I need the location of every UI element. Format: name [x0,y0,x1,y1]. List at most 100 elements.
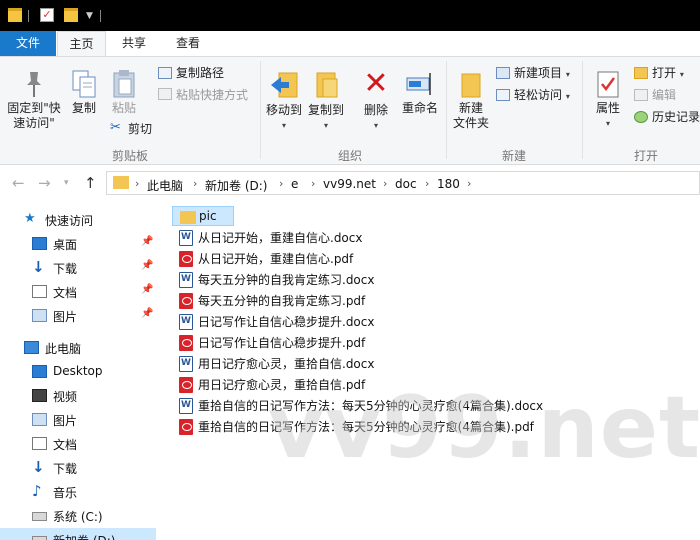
sidebar-item-label: Desktop [53,364,103,378]
documents-icon [32,437,47,450]
breadcrumb-doc[interactable]: doc [395,177,417,191]
chevron-right-icon[interactable]: › [383,177,387,190]
paste-button[interactable]: 粘贴 [106,69,142,119]
new-folder-quick-icon[interactable] [64,8,78,22]
tab-file[interactable]: 文件 [0,31,56,56]
new-item-button[interactable]: 新建项目 ▾ [514,66,570,82]
cut-button[interactable]: 剪切 [128,122,152,136]
pdf-icon [179,419,193,435]
sidebar-item-this-pc[interactable]: 此电脑 [0,336,157,360]
file-name: 每天五分钟的自我肯定练习.docx [198,273,375,287]
chevron-right-icon[interactable]: › [135,177,139,190]
up-icon[interactable]: ↑ [84,174,97,192]
easy-access-button[interactable]: 轻松访问 ▾ [514,88,570,104]
list-item[interactable]: pic [172,206,234,226]
separator [582,61,583,159]
word-document-icon [179,272,193,288]
tab-share[interactable]: 共享 [108,31,160,56]
copy-to-icon [316,72,338,98]
back-icon[interactable]: ← [12,174,25,192]
separator [100,10,101,22]
recent-locations-icon[interactable]: ▾ [64,178,69,188]
sidebar-scrollbar[interactable] [156,200,160,540]
list-item[interactable]: 每天五分钟的自我肯定练习.docx [172,269,692,289]
chevron-right-icon[interactable]: › [193,177,197,190]
list-item[interactable]: 日记写作让自信心稳步提升.docx [172,311,692,331]
file-list: pic 从日记开始，重建自信心.docx 从日记开始，重建自信心.pdf 每天五… [166,200,700,540]
list-item[interactable]: 日记写作让自信心稳步提升.pdf [172,332,692,352]
edit-button[interactable]: 编辑 [652,88,676,102]
sidebar-item-documents[interactable]: 文档 📌 [0,280,157,304]
download-icon: ↓ [32,258,45,276]
breadcrumb-drive-d[interactable]: 新加卷 (D:) [205,177,267,194]
copy-path-button[interactable]: 复制路径 [176,66,224,80]
paste-shortcut-button[interactable]: 粘贴快捷方式 [176,88,248,102]
tab-view[interactable]: 查看 [162,31,214,56]
new-group-label: 新建 [501,149,526,163]
list-item[interactable]: 从日记开始，重建自信心.pdf [172,248,692,268]
move-to-button[interactable]: 移动到 ▾ [264,69,304,135]
chevron-right-icon[interactable]: › [279,177,283,190]
sidebar-item-downloads-pc[interactable]: ↓ 下载 [0,456,157,480]
properties-label: 属性 [595,101,620,115]
sidebar-item-documents-pc[interactable]: 文档 [0,432,157,456]
copy-button[interactable]: 复制 [66,69,102,119]
sidebar-item-desktop-pc[interactable]: Desktop [0,360,157,384]
sidebar-item-music[interactable]: ♪ 音乐 [0,480,157,504]
sidebar-item-drive-c[interactable]: 系统 (C:) [0,504,157,528]
breadcrumb-vv99[interactable]: vv99.net [323,177,376,191]
file-name: pic [199,209,217,223]
sidebar-item-desktop[interactable]: 桌面 📌 [0,232,157,256]
sidebar-item-quick-access[interactable]: ★ 快速访问 [0,208,157,232]
open-label: 打开 [652,66,677,80]
sidebar-item-label: 此电脑 [45,342,82,356]
customize-quick-access-icon[interactable]: ▼ [86,11,93,21]
pin-icon: 📌 [141,308,154,319]
properties-quick-icon[interactable]: ✓ [40,8,54,22]
sidebar-item-videos[interactable]: 视频 [0,384,157,408]
tab-home[interactable]: 主页 [57,31,106,56]
easy-access-icon [496,89,510,101]
sidebar-item-label: 图片 [53,310,78,324]
sidebar-item-pictures-pc[interactable]: 图片 [0,408,157,432]
music-icon: ♪ [32,482,42,500]
list-item[interactable]: 用日记疗愈心灵，重拾自信.docx [172,353,692,373]
forward-icon[interactable]: → [38,174,51,192]
pin-to-quick-access-button[interactable]: 固定到"快 速访问" [4,69,64,135]
open-group-label: 打开 [633,149,658,163]
word-document-icon [179,230,193,246]
list-item[interactable]: 每天五分钟的自我肯定练习.pdf [172,290,692,310]
delete-button[interactable]: ✕ 删除 ▾ [356,69,396,135]
breadcrumb-this-pc[interactable]: 此电脑 [147,177,183,194]
sidebar-item-label: 新加卷 (D:) [53,532,115,540]
copy-to-button[interactable]: 复制到 ▾ [306,69,346,135]
sidebar-item-drive-d[interactable]: 新加卷 (D:) [0,528,157,540]
sidebar-item-label: 系统 (C:) [53,510,103,524]
address-bar[interactable]: › 此电脑 › 新加卷 (D:) › e › vv99.net › doc › … [106,171,700,195]
sidebar-item-label: 视频 [53,390,78,404]
rename-button[interactable]: 重命名 [398,69,442,119]
pdf-icon [179,293,193,309]
breadcrumb-180[interactable]: 180 [437,177,460,191]
rename-label: 重命名 [401,101,438,115]
list-item[interactable]: 从日记开始，重建自信心.docx [172,227,692,247]
sidebar-item-downloads[interactable]: ↓ 下载 📌 [0,256,157,280]
new-folder-button[interactable]: 新建 文件夹 [450,69,492,141]
new-folder-icon [461,73,481,98]
properties-button[interactable]: 属性 ▾ [588,69,628,135]
copy-icon [72,70,96,98]
chevron-right-icon[interactable]: › [425,177,429,190]
move-to-label: 移动到 [265,103,302,117]
pin-icon: 📌 [141,284,154,295]
pin-icon [27,72,41,97]
history-button[interactable]: 历史记录 [652,110,700,124]
file-name: 日记写作让自信心稳步提升.pdf [198,336,366,350]
sidebar-item-pictures[interactable]: 图片 📌 [0,304,157,328]
separator [28,10,29,22]
open-button[interactable]: 打开 ▾ [652,66,684,82]
chevron-right-icon[interactable]: › [311,177,315,190]
chevron-right-icon[interactable]: › [467,177,471,190]
paste-shortcut-icon [158,88,172,100]
breadcrumb-e[interactable]: e [291,177,298,191]
chevron-down-icon: ▾ [323,121,328,130]
